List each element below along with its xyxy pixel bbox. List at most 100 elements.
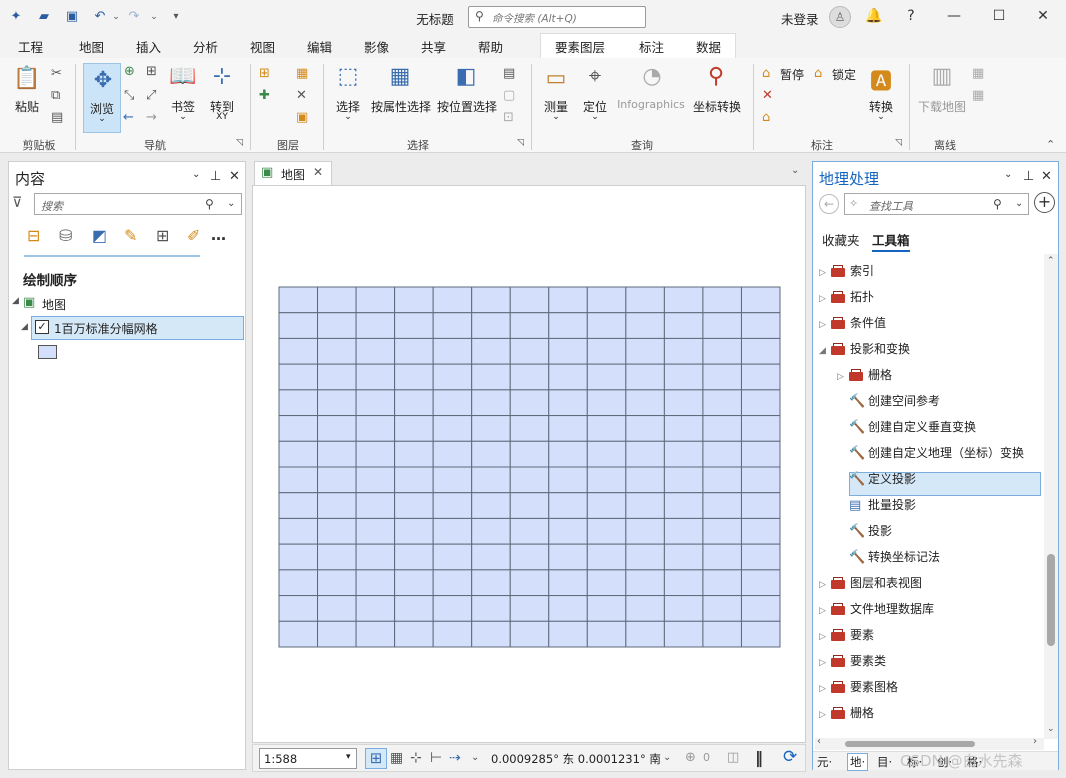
expand-arrow-icon[interactable]: ▷ — [819, 600, 831, 622]
pause-labels-button[interactable]: 暂停 — [780, 66, 810, 83]
scroll-up-icon[interactable]: ⌃ — [1047, 256, 1055, 266]
tab-insert[interactable]: 插入 — [136, 37, 161, 56]
lock-labels-icon[interactable]: ⌂ — [814, 66, 822, 81]
tab-edit[interactable]: 编辑 — [307, 37, 332, 56]
expand-arrow-icon[interactable]: ▷ — [819, 314, 831, 336]
cut-icon[interactable]: ✂ — [51, 66, 62, 81]
pane-options-icon[interactable]: ⌄ — [1004, 169, 1012, 180]
toolbox-item[interactable]: 🔨 定义投影 — [837, 468, 916, 490]
select-dropdown-icon[interactable]: ⌄ — [331, 112, 365, 122]
tab-toolboxes[interactable]: 工具箱 — [872, 230, 910, 252]
toolbox-item[interactable]: ▷ 索引 — [819, 260, 874, 282]
labeling-options-icon[interactable]: ◹ — [895, 138, 902, 148]
notification-bell-icon[interactable]: 🔔 — [864, 7, 884, 25]
map-view-tab[interactable]: ▣ 地图 ✕ — [254, 161, 332, 185]
expand-arrow-icon[interactable]: ▷ — [819, 626, 831, 648]
toolbox-item[interactable]: 🔨 创建空间参考 — [837, 390, 940, 412]
back-icon[interactable]: ← — [819, 194, 839, 214]
tab-analysis[interactable]: 分析 — [193, 37, 218, 56]
explore-button[interactable]: ✥ 浏览 ⌄ — [83, 63, 121, 133]
toolbox-item[interactable]: ◢ 投影和变换 — [819, 338, 910, 360]
copy-path-icon[interactable]: ▤ — [51, 110, 63, 125]
help-button[interactable]: ? — [901, 7, 921, 25]
bookmarks-icon[interactable]: 📖 — [168, 64, 198, 89]
list-by-labeling-icon[interactable]: ✐ — [187, 226, 200, 245]
expand-arrow-icon[interactable]: ▷ — [819, 288, 831, 310]
scale-selector[interactable]: 1:588 ▾ — [259, 748, 357, 769]
collapse-ribbon-icon[interactable]: ⌃ — [1046, 138, 1055, 151]
toolbox-item[interactable]: ▷ 栅格 — [837, 364, 892, 386]
undo-dropdown-icon[interactable]: ⌄ — [108, 9, 124, 25]
toolbox-item[interactable]: ▷ 图层和表视图 — [819, 572, 922, 594]
search-dropdown-icon[interactable]: ⌄ — [227, 198, 235, 209]
copy-icon[interactable]: ⧉ — [51, 88, 60, 103]
new-project-icon[interactable]: ✦ — [8, 9, 24, 25]
tab-labeling[interactable]: 标注 — [639, 37, 664, 56]
tree-item-layer[interactable]: 1百万标准分幅网格 — [54, 320, 158, 337]
remove-offline-icon[interactable]: ▦ — [972, 88, 984, 103]
toolbox-item[interactable]: ▷ 条件值 — [819, 312, 886, 334]
coordinate-format-dropdown-icon[interactable]: ⌄ — [663, 752, 671, 763]
customize-toolbar-icon[interactable]: ▾ — [168, 9, 184, 25]
grid-guides-icon[interactable]: ⊞ — [365, 748, 387, 769]
open-folder-icon[interactable]: ▰ — [36, 9, 52, 25]
close-icon[interactable]: ✕ — [1033, 7, 1053, 25]
bookmarks-dropdown-icon[interactable]: ⌄ — [168, 112, 198, 122]
lock-labels-button[interactable]: 锁定 — [832, 66, 862, 83]
map-expand-icon[interactable]: ◢ — [12, 296, 19, 306]
zoom-to-selection-icon[interactable]: ⊡ — [503, 110, 514, 125]
expand-arrow-icon[interactable]: ▷ — [819, 652, 831, 674]
convert-coordinates-icon[interactable]: ⚲ — [701, 64, 731, 89]
clear-selection-icon[interactable]: ▢ — [503, 88, 515, 103]
select-by-location-button[interactable]: 按位置选择 — [435, 98, 499, 115]
ruler-icon[interactable]: ⊹ — [410, 750, 422, 766]
direction-icon[interactable]: ⇢ — [449, 750, 461, 766]
more-options-icon[interactable]: … — [211, 226, 226, 244]
refresh-icon[interactable]: ⟳ — [783, 747, 797, 767]
tab-favorites[interactable]: 收藏夹 — [822, 230, 860, 249]
layer-symbol-swatch[interactable] — [38, 345, 57, 359]
toolbox-item[interactable]: ▷ 要素 — [819, 624, 874, 646]
paste-icon[interactable]: 📋 — [12, 66, 42, 91]
geocode-icon[interactable]: ▣ — [296, 110, 308, 125]
toolbox-item[interactable]: 🔨 创建自定义地理（坐标）变换 — [837, 442, 1024, 464]
add-data-icon[interactable]: ⊞ — [259, 66, 270, 81]
tab-data[interactable]: 数据 — [696, 37, 721, 56]
select-by-attributes-icon[interactable]: ▦ — [385, 64, 415, 89]
minimize-icon[interactable]: — — [944, 7, 964, 25]
save-icon[interactable]: ▣ — [64, 9, 80, 25]
select-by-attributes-button[interactable]: 按属性选择 — [368, 98, 434, 115]
close-pane-icon[interactable]: ✕ — [1041, 169, 1052, 184]
download-map-button[interactable]: 下载地图 — [914, 98, 970, 115]
tab-list-dropdown-icon[interactable]: ⌄ — [791, 165, 799, 176]
previous-extent-icon[interactable]: ← — [123, 110, 134, 125]
tab-view[interactable]: 视图 — [250, 37, 275, 56]
expand-arrow-icon[interactable]: ▷ — [819, 678, 831, 700]
zoom-to-layer-icon[interactable]: ⊞ — [146, 64, 157, 79]
expand-arrow-icon[interactable]: ▷ — [837, 366, 849, 388]
add-preset-icon[interactable]: ▦ — [296, 66, 308, 81]
more-labels-icon[interactable]: ⌂ — [762, 110, 770, 125]
toolbox-item[interactable]: 🔨 转换坐标记法 — [837, 546, 940, 568]
download-map-icon[interactable]: ▥ — [926, 64, 958, 89]
sync-icon[interactable]: ▦ — [972, 66, 984, 81]
vertical-scrollbar[interactable]: ⌃ ⌄ — [1044, 254, 1058, 739]
bottom-tab-3[interactable]: 目· — [877, 754, 892, 770]
contents-search-input[interactable]: 搜索 ⚲ ⌄ — [34, 193, 242, 215]
locate-icon[interactable]: ⌖ — [580, 64, 610, 89]
add-icon[interactable]: + — [1034, 192, 1055, 213]
command-search-input[interactable]: ⚲ 命令搜索 (Alt+Q) — [468, 6, 646, 28]
expand-arrow-icon[interactable]: ▷ — [819, 704, 831, 726]
convert-labels-icon[interactable]: 🅰 — [866, 64, 896, 96]
infographics-button[interactable]: Infographics — [613, 98, 689, 111]
toolbox-item[interactable]: ▷ 文件地理数据库 — [819, 598, 934, 620]
next-extent-icon[interactable]: → — [146, 110, 157, 125]
toolbox-item[interactable]: ▷ 拓扑 — [819, 286, 874, 308]
locate-dropdown-icon[interactable]: ⌄ — [578, 112, 612, 122]
selection-options-icon[interactable]: ◹ — [517, 138, 524, 148]
layer-visibility-checkbox[interactable]: ✓ — [35, 320, 49, 334]
toolbox-item[interactable]: ▷ 栅格 — [819, 702, 874, 724]
fixed-zoom-out-icon[interactable]: ⤢ — [146, 88, 156, 103]
unplaced-labels-icon[interactable]: ✕ — [762, 88, 773, 103]
scroll-left-icon[interactable]: ‹ — [817, 736, 821, 747]
